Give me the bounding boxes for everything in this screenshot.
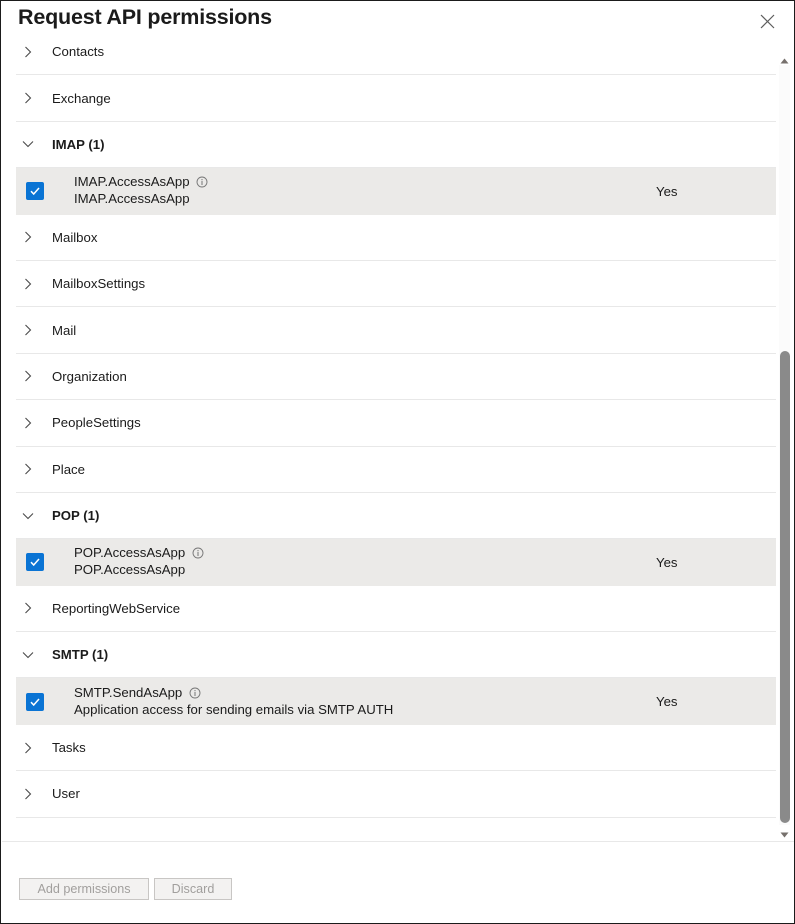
chevron-right-icon [22,324,48,336]
permission-row-pop-accessasapp[interactable]: POP.AccessAsApp POP.AccessAsApp Yes [16,539,776,586]
group-label: Exchange [52,90,111,106]
scroll-up-arrow-icon[interactable] [776,53,792,69]
group-row-user[interactable]: User [16,771,776,818]
permission-checkbox[interactable] [26,692,44,711]
group-label: User [52,786,80,802]
close-icon [760,14,775,29]
permission-name-line: IMAP.AccessAsApp [74,174,652,190]
chevron-right-icon [22,788,48,800]
group-label: Mail [52,322,77,338]
info-circle-icon[interactable] [191,547,204,560]
permission-row-smtp-sendasapp[interactable]: SMTP.SendAsApp Application access for se… [16,678,776,725]
page-title: Request API permissions [18,5,272,29]
panel-footer: Add permissions Discard [2,841,794,922]
group-label: Contacts [52,45,105,60]
chevron-down-icon [22,138,48,150]
group-label: POP (1) [52,508,100,524]
chevron-right-icon [22,602,48,614]
permission-description: IMAP.AccessAsApp [74,191,190,207]
group-label: PeopleSettings [52,415,141,431]
group-row-pop[interactable]: POP (1) [16,492,776,540]
info-circle-icon[interactable] [196,176,209,189]
group-row-place[interactable]: Place [16,446,776,493]
chevron-right-icon [22,92,48,104]
permission-admin-consent: Yes [656,554,678,570]
group-row-mailbox[interactable]: Mailbox [16,214,776,261]
chevron-right-icon [22,742,48,754]
permission-name: IMAP.AccessAsApp [74,174,190,190]
group-row-smtp[interactable]: SMTP (1) [16,632,776,679]
group-row-contacts[interactable]: Contacts [16,45,776,76]
permission-description: Application access for sending emails vi… [74,701,394,717]
group-row-reportingwebservice[interactable]: ReportingWebService [16,585,776,633]
info-circle-icon[interactable] [188,686,201,699]
permission-checkbox-cell [16,182,54,201]
chevron-right-icon [22,463,48,475]
group-row-imap[interactable]: IMAP (1) [16,121,776,169]
group-label: Mailbox [52,229,98,245]
group-row-mail[interactable]: Mail [16,307,776,354]
permissions-list: Contacts Exchange IMAP (1) IMAP.AccessAs… [2,45,777,818]
permission-name-line: SMTP.SendAsApp [74,685,652,701]
chevron-right-icon [22,231,48,243]
request-api-permissions-panel: Request API permissions Contacts Exchang… [0,0,795,924]
permission-admin-consent: Yes [656,183,678,199]
group-row-exchange[interactable]: Exchange [16,75,776,122]
panel-header: Request API permissions [1,1,794,41]
permission-text: SMTP.SendAsApp Application access for se… [54,685,652,719]
close-button[interactable] [752,7,782,35]
group-label: IMAP (1) [52,136,105,152]
permission-name-line: POP.AccessAsApp [74,545,652,561]
permission-checkbox[interactable] [26,553,44,572]
discard-button[interactable]: Discard [154,878,232,900]
permission-description: POP.AccessAsApp [74,562,186,578]
permissions-scroll-area[interactable]: Contacts Exchange IMAP (1) IMAP.AccessAs… [2,45,777,843]
group-label: MailboxSettings [52,276,146,292]
chevron-right-icon [22,370,48,382]
permission-name: SMTP.SendAsApp [74,684,183,700]
group-label: Place [52,461,85,477]
group-row-peoplesettings[interactable]: PeopleSettings [16,400,776,447]
chevron-down-icon [22,510,48,522]
permission-text: IMAP.AccessAsApp IMAP.AccessAsApp [54,174,652,208]
group-label: Tasks [52,740,86,756]
group-row-organization[interactable]: Organization [16,353,776,401]
chevron-right-icon [22,46,48,58]
group-label: Organization [52,368,127,384]
permission-text: POP.AccessAsApp POP.AccessAsApp [54,545,652,579]
group-row-mailboxsettings[interactable]: MailboxSettings [16,260,776,308]
chevron-right-icon [22,417,48,429]
group-label: SMTP (1) [52,647,109,663]
chevron-right-icon [22,278,48,290]
chevron-down-icon [22,649,48,661]
vertical-scrollbar[interactable] [776,45,792,843]
scrollbar-thumb[interactable] [780,351,790,823]
permission-checkbox-cell [16,692,54,711]
group-row-tasks[interactable]: Tasks [16,724,776,772]
permission-name: POP.AccessAsApp [74,545,186,561]
permission-admin-consent: Yes [656,694,678,710]
permission-checkbox-cell [16,553,54,572]
permission-row-imap-accessasapp[interactable]: IMAP.AccessAsApp IMAP.AccessAsApp Yes [16,168,776,215]
group-label: ReportingWebService [52,600,181,616]
permission-checkbox[interactable] [26,182,44,201]
add-permissions-button[interactable]: Add permissions [19,878,149,900]
